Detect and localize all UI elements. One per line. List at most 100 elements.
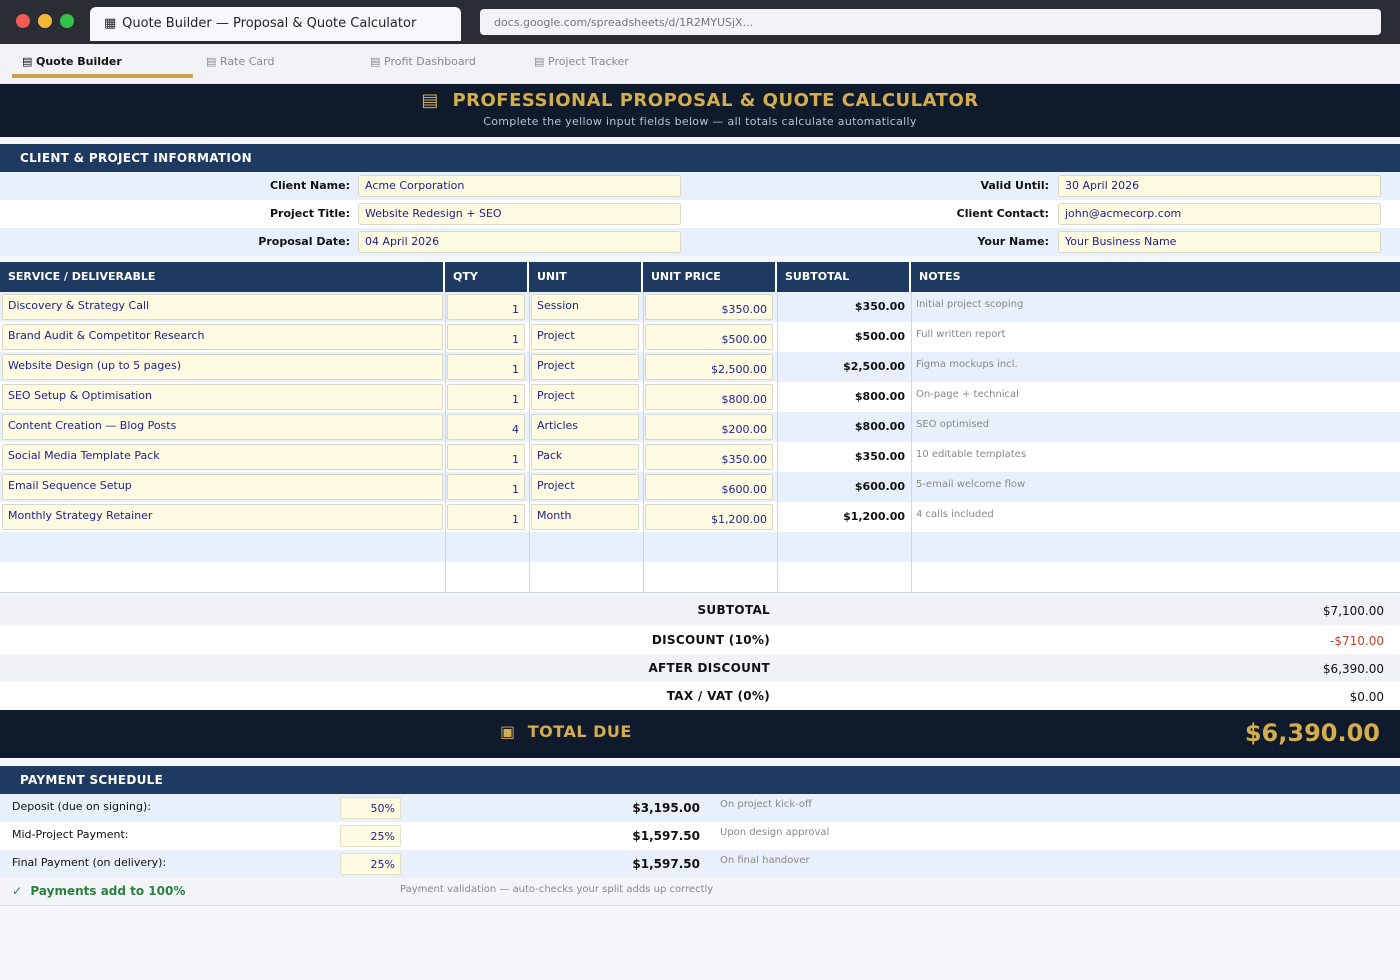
unit-price-field[interactable]: $1,200.00 — [645, 504, 773, 530]
service-field[interactable]: Email Sequence Setup — [2, 474, 443, 500]
unit-price-field[interactable]: $2,500.00 — [645, 354, 773, 380]
column-divider — [911, 322, 912, 352]
table-row: Monthly Strategy Retainer 1 Month $1,200.00… — [0, 502, 1400, 532]
info-row: Project Title: Website Redesign + SEO Cl… — [0, 200, 1400, 228]
payment-validation-text: Payments add to 100% — [30, 884, 186, 898]
window-minimize-button[interactable] — [38, 14, 52, 28]
service-field[interactable]: Website Design (up to 5 pages) — [2, 354, 443, 380]
col-notes-header: NOTES — [919, 270, 961, 283]
valid-until-label: Valid Until: — [980, 179, 1049, 192]
qty-field[interactable]: 1 — [447, 504, 525, 530]
column-divider — [445, 502, 446, 532]
tab-label: Profit Dashboard — [384, 55, 476, 68]
column-divider — [911, 472, 912, 502]
payment-percent-field[interactable]: 25% — [340, 825, 401, 847]
unit-price-field[interactable]: $200.00 — [645, 414, 773, 440]
row-subtotal: $800.00 — [854, 390, 905, 403]
column-divider — [643, 472, 644, 502]
unit-price-field[interactable]: $800.00 — [645, 384, 773, 410]
row-note: 4 calls included — [916, 509, 994, 520]
unit-field[interactable]: Project — [531, 324, 639, 350]
column-divider — [777, 472, 778, 502]
project-title-field[interactable]: Website Redesign + SEO — [358, 203, 681, 225]
unit-field[interactable]: Session — [531, 294, 639, 320]
payment-validation-status: ✓ Payments add to 100% — [12, 884, 185, 898]
column-divider — [529, 382, 530, 412]
your-name-field[interactable]: Your Business Name — [1058, 231, 1381, 253]
browser-tab[interactable]: ▦ Quote Builder — Proposal & Quote Calcu… — [90, 7, 461, 41]
unit-field[interactable]: Project — [531, 384, 639, 410]
qty-field[interactable]: 1 — [447, 384, 525, 410]
table-row: Brand Audit & Competitor Research 1 Projec… — [0, 322, 1400, 352]
payment-percent-field[interactable]: 50% — [340, 797, 401, 819]
unit-field[interactable]: Pack — [531, 444, 639, 470]
unit-price-field[interactable]: $350.00 — [645, 444, 773, 470]
row-note: Figma mockups incl. — [916, 359, 1018, 370]
tab-profit-dashboard[interactable]: ▤ Profit Dashboard — [360, 54, 486, 78]
service-field[interactable]: Brand Audit & Competitor Research — [2, 324, 443, 350]
unit-price-field[interactable]: $500.00 — [645, 324, 773, 350]
tab-label: Quote Builder — [36, 55, 122, 68]
column-divider — [777, 442, 778, 472]
qty-field[interactable]: 1 — [447, 444, 525, 470]
qty-field[interactable]: 1 — [447, 354, 525, 380]
info-row: Proposal Date: 04 April 2026 Your Name: … — [0, 228, 1400, 256]
total-due-bar: ▣ TOTAL DUE $6,390.00 — [0, 710, 1400, 758]
valid-until-field[interactable]: 30 April 2026 — [1058, 175, 1381, 197]
column-divider — [911, 382, 912, 412]
window-close-button[interactable] — [16, 14, 30, 28]
tab-rate-card[interactable]: ▤ Rate Card — [196, 54, 284, 78]
unit-price-field[interactable]: $350.00 — [645, 294, 773, 320]
service-field[interactable]: Discovery & Strategy Call — [2, 294, 443, 320]
discount-label: DISCOUNT (10%) — [651, 633, 770, 647]
service-field[interactable]: Social Media Template Pack — [2, 444, 443, 470]
row-note: On-page + technical — [916, 389, 1019, 400]
qty-field[interactable]: 1 — [447, 294, 525, 320]
unit-price-field[interactable]: $600.00 — [645, 474, 773, 500]
address-bar[interactable]: docs.google.com/spreadsheets/d/1R2MYUSjX… — [480, 9, 1381, 35]
service-field[interactable]: SEO Setup & Optimisation — [2, 384, 443, 410]
payment-percent-field[interactable]: 25% — [340, 853, 401, 875]
payment-label: Deposit (due on signing): — [12, 800, 152, 813]
table-row: Email Sequence Setup 1 Project $600.00 $600.… — [0, 472, 1400, 502]
column-divider — [911, 412, 912, 442]
table-row — [0, 532, 1400, 562]
total-due-label-text: TOTAL DUE — [527, 722, 632, 741]
column-divider — [911, 502, 912, 532]
client-contact-field[interactable]: john@acmecorp.com — [1058, 203, 1381, 225]
info-row: Client Name: Acme Corporation Valid Unti… — [0, 172, 1400, 200]
document-icon: ▤ — [22, 55, 33, 68]
payment-note: On final handover — [720, 855, 810, 866]
qty-field[interactable]: 4 — [447, 414, 525, 440]
qty-field[interactable]: 1 — [447, 324, 525, 350]
column-divider — [777, 322, 778, 352]
qty-field[interactable]: 1 — [447, 474, 525, 500]
row-subtotal: $600.00 — [854, 480, 905, 493]
column-divider — [445, 322, 446, 352]
window-maximize-button[interactable] — [60, 14, 74, 28]
column-divider — [643, 442, 644, 472]
page-header: ▤ PROFESSIONAL PROPOSAL & QUOTE CALCULAT… — [0, 84, 1400, 137]
unit-field[interactable]: Articles — [531, 414, 639, 440]
column-divider — [643, 322, 644, 352]
service-field[interactable]: Content Creation — Blog Posts — [2, 414, 443, 440]
col-subtotal-header: SUBTOTAL — [777, 262, 911, 292]
page-subtitle: Complete the yellow input fields below —… — [483, 115, 917, 128]
tax-row: TAX / VAT (0%) $0.00 — [0, 682, 1400, 710]
column-divider — [777, 292, 778, 322]
service-field[interactable]: Monthly Strategy Retainer — [2, 504, 443, 530]
client-name-field[interactable]: Acme Corporation — [358, 175, 681, 197]
proposal-date-label: Proposal Date: — [258, 235, 350, 248]
column-divider — [643, 562, 644, 592]
column-divider — [777, 502, 778, 532]
spreadsheet-icon: ▦ — [104, 16, 117, 31]
proposal-date-field[interactable]: 04 April 2026 — [358, 231, 681, 253]
client-name-label: Client Name: — [270, 179, 350, 192]
tab-project-tracker[interactable]: ▤ Project Tracker — [524, 54, 639, 78]
unit-field[interactable]: Project — [531, 474, 639, 500]
unit-field[interactable]: Project — [531, 354, 639, 380]
tab-quote-builder[interactable]: ▤ Quote Builder — [12, 54, 193, 78]
table-row: Social Media Template Pack 1 Pack $350.00 $3… — [0, 442, 1400, 472]
unit-field[interactable]: Month — [531, 504, 639, 530]
discount-value: -$710.00 — [1330, 634, 1384, 648]
